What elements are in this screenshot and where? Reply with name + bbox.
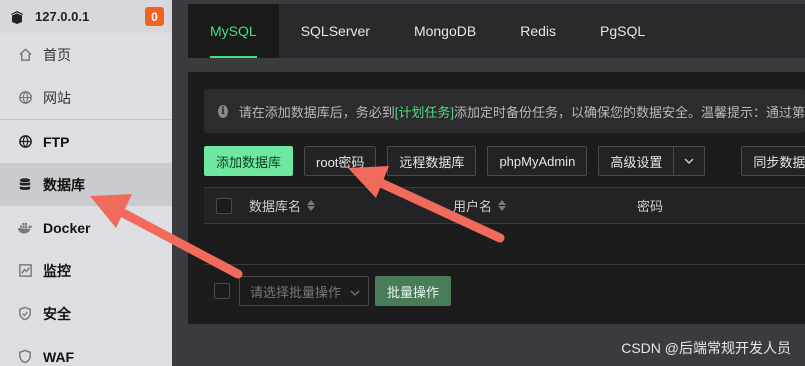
sidebar-item-label: 数据库 xyxy=(43,176,85,193)
sidebar-header: 127.0.0.1 0 xyxy=(0,0,172,33)
ftp-globe-icon xyxy=(17,134,33,150)
tab-redis[interactable]: Redis xyxy=(498,4,578,58)
sidebar-item-label: FTP xyxy=(43,133,70,150)
home-icon xyxy=(17,47,33,63)
sidebar-item-label: 安全 xyxy=(43,305,71,322)
root-password-button[interactable]: root密码 xyxy=(304,146,377,176)
sync-database-button[interactable]: 同步数据库 xyxy=(741,146,805,176)
sort-icon[interactable] xyxy=(498,200,507,211)
watermark: CSDN @后端常规开发人员 xyxy=(621,340,791,356)
sidebar-item-label: 首页 xyxy=(43,46,71,63)
chevron-down-icon[interactable] xyxy=(674,147,704,175)
main-content: MySQL SQLServer MongoDB Redis PgSQL i 请在… xyxy=(172,0,805,366)
database-type-tabs: MySQL SQLServer MongoDB Redis PgSQL xyxy=(188,4,805,58)
chevron-down-icon xyxy=(350,284,360,299)
select-all-checkbox[interactable] xyxy=(216,197,232,214)
advanced-settings-dropdown[interactable]: 高级设置 xyxy=(598,146,706,176)
globe-icon xyxy=(17,90,33,106)
column-username[interactable]: 用户名 xyxy=(453,196,637,215)
database-panel: i 请在添加数据库后，务必到 [计划任务] 添加定时备份任务，以确保您的数据安全… xyxy=(188,72,805,324)
sort-icon[interactable] xyxy=(307,200,316,211)
tab-mysql[interactable]: MySQL xyxy=(188,4,279,58)
sidebar: 127.0.0.1 0 首页 网站 FTP 数据库 Docker 监控 安全 W… xyxy=(0,0,172,366)
column-header-label: 密码 xyxy=(637,199,664,214)
server-host: 127.0.0.1 xyxy=(35,9,90,24)
batch-operation-button[interactable]: 批量操作 xyxy=(375,276,452,306)
advanced-settings-label[interactable]: 高级设置 xyxy=(599,147,675,175)
table-empty-row xyxy=(204,225,805,265)
docker-icon xyxy=(17,220,33,236)
sidebar-item-sites[interactable]: 网站 xyxy=(0,76,172,119)
sidebar-item-label: 监控 xyxy=(43,262,71,279)
waf-icon xyxy=(17,349,33,365)
monitor-icon xyxy=(17,263,33,279)
cron-task-link[interactable]: [计划任务] xyxy=(395,102,454,121)
sidebar-item-waf[interactable]: WAF xyxy=(0,335,172,366)
sidebar-item-ftp[interactable]: FTP xyxy=(0,120,172,163)
remote-database-button[interactable]: 远程数据库 xyxy=(387,146,477,176)
sidebar-item-label: Docker xyxy=(43,219,91,236)
sidebar-item-database[interactable]: 数据库 xyxy=(0,163,172,206)
database-table-header: 数据库名 用户名 密码 xyxy=(204,187,805,224)
sidebar-item-home[interactable]: 首页 xyxy=(0,33,172,76)
batch-select-placeholder: 请选择批量操作 xyxy=(250,284,342,300)
sidebar-item-security[interactable]: 安全 xyxy=(0,292,172,335)
notice-text-before: 请在添加数据库后，务必到 xyxy=(238,104,395,120)
sidebar-item-label: WAF xyxy=(43,348,75,365)
sidebar-item-monitor[interactable]: 监控 xyxy=(0,249,172,292)
notice-text-after: 添加定时备份任务，以确保您的数据安全。温馨提示：通过第 xyxy=(453,104,805,120)
column-database-name[interactable]: 数据库名 xyxy=(249,196,453,215)
panel-logo-icon xyxy=(8,8,26,26)
sidebar-item-docker[interactable]: Docker xyxy=(0,206,172,249)
tab-pgsql[interactable]: PgSQL xyxy=(578,4,667,58)
tab-sqlserver[interactable]: SQLServer xyxy=(279,4,392,58)
sidebar-item-label: 网站 xyxy=(43,89,71,106)
add-database-button[interactable]: 添加数据库 xyxy=(204,146,294,176)
column-header-label: 用户名 xyxy=(453,199,493,214)
notification-badge[interactable]: 0 xyxy=(145,7,164,26)
batch-operations-bar: 请选择批量操作 批量操作 xyxy=(214,276,452,306)
tab-mongodb[interactable]: MongoDB xyxy=(392,4,498,58)
shield-icon xyxy=(17,306,33,322)
row-select-checkbox[interactable] xyxy=(214,283,230,299)
info-icon: i xyxy=(218,104,228,118)
backup-notice: i 请在添加数据库后，务必到 [计划任务] 添加定时备份任务，以确保您的数据安全… xyxy=(204,89,805,133)
phpmyadmin-button[interactable]: phpMyAdmin xyxy=(487,146,588,176)
database-icon xyxy=(17,177,33,193)
column-password: 密码 xyxy=(637,196,663,215)
database-toolbar: 添加数据库 root密码 远程数据库 phpMyAdmin 高级设置 同步数据库 xyxy=(204,146,805,176)
batch-operation-select[interactable]: 请选择批量操作 xyxy=(239,276,369,306)
column-header-label: 数据库名 xyxy=(249,199,302,214)
